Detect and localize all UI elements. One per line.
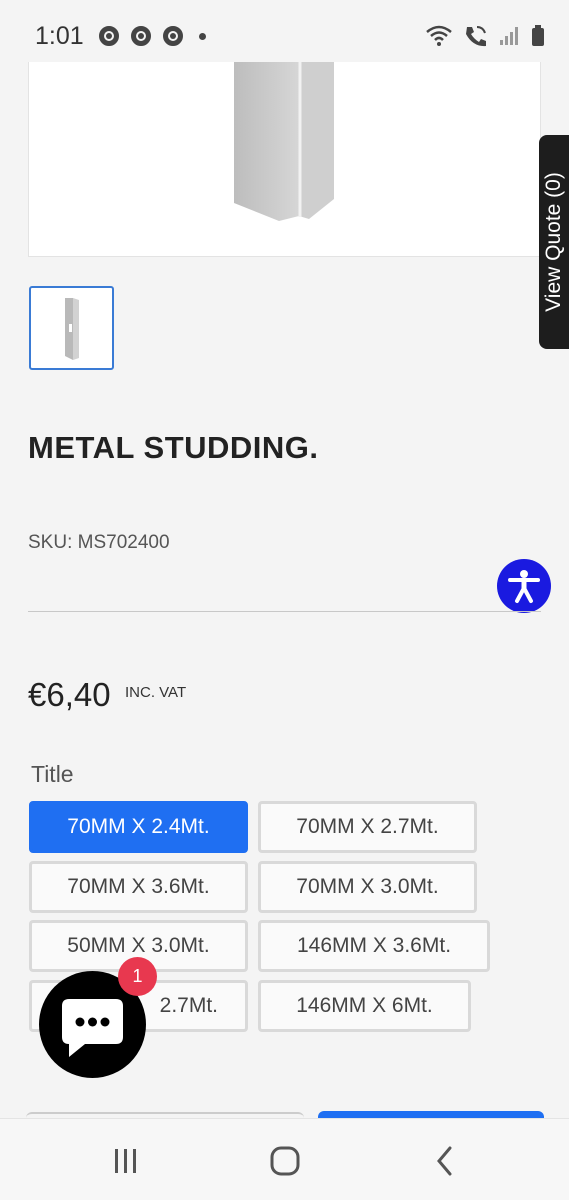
chrome-icon	[99, 26, 119, 46]
option-70mm-3-0[interactable]: 70MM X 3.0Mt.	[258, 861, 477, 913]
product-thumbnail[interactable]	[29, 286, 114, 370]
option-70mm-2-4[interactable]: 70MM X 2.4Mt.	[29, 801, 248, 853]
accessibility-button[interactable]	[497, 559, 551, 613]
accessibility-icon	[508, 570, 540, 603]
back-icon	[437, 1146, 452, 1176]
divider	[28, 611, 541, 612]
product-title: METAL STUDDING.	[28, 430, 319, 465]
metal-stud-thumbnail-icon	[65, 298, 79, 360]
product-main-image[interactable]	[28, 30, 541, 257]
chat-unread-badge: 1	[118, 957, 157, 996]
back-button[interactable]	[425, 1143, 465, 1179]
option-70mm-2-7[interactable]: 70MM X 2.7Mt.	[258, 801, 477, 853]
option-group-title: Title	[31, 761, 74, 787]
option-70mm-3-6[interactable]: 70MM X 3.6Mt.	[29, 861, 248, 913]
product-price: €6,40	[28, 676, 111, 713]
battery-icon	[532, 25, 544, 46]
android-nav-bar	[0, 1118, 569, 1200]
home-icon	[270, 1146, 300, 1176]
wifi-icon	[426, 25, 452, 46]
recent-apps-icon	[115, 1149, 136, 1173]
view-quote-label: View Quote (0)	[542, 172, 565, 312]
status-bar: 1:01	[0, 0, 569, 62]
wifi-calling-icon	[466, 26, 486, 47]
status-right-icons	[425, 24, 545, 48]
signal-icon	[500, 27, 518, 45]
home-button[interactable]	[265, 1143, 305, 1179]
status-time: 1:01	[35, 22, 84, 50]
product-sku: SKU: MS702400	[28, 532, 170, 553]
price-vat-note: INC. VAT	[125, 684, 187, 701]
chrome-icon	[163, 26, 183, 46]
chrome-icon	[131, 26, 151, 46]
status-app-icons	[99, 26, 206, 46]
view-quote-tab[interactable]: View Quote (0)	[539, 135, 569, 349]
option-146mm-6[interactable]: 146MM X 6Mt.	[258, 980, 471, 1032]
option-146mm-3-6[interactable]: 146MM X 3.6Mt.	[258, 920, 490, 972]
notification-dot-icon	[199, 32, 206, 40]
recent-apps-button[interactable]	[106, 1143, 146, 1179]
